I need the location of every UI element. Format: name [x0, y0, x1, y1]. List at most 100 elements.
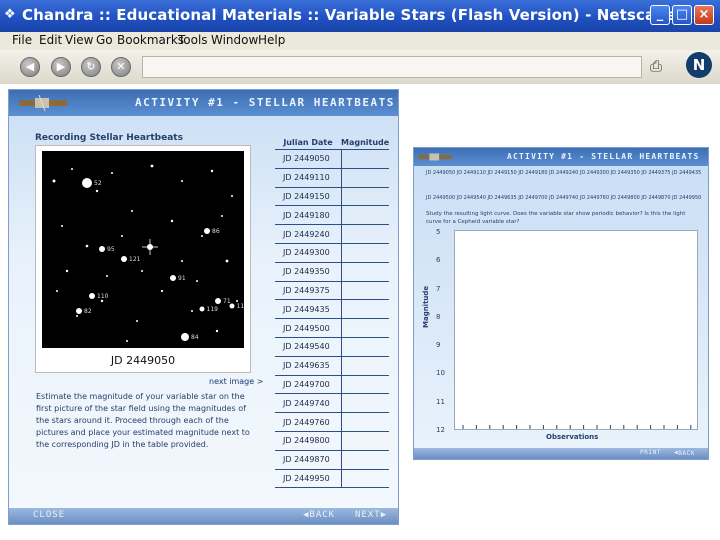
satellite-icon — [19, 94, 67, 112]
magnitude-input-cell[interactable] — [340, 299, 390, 320]
magnitude-input-cell[interactable] — [340, 168, 390, 188]
star — [100, 299, 104, 303]
julian-date-cell: JD 2449300 — [275, 243, 341, 263]
table-row: JD 2449870 — [275, 450, 390, 470]
comparison-star — [181, 333, 189, 341]
star-magnitude-label: 95 — [107, 246, 115, 253]
magnitude-input-cell[interactable] — [340, 450, 390, 470]
stop-icon[interactable]: ✕ — [111, 57, 131, 77]
julian-date-header: Julian Date — [275, 135, 341, 150]
graph-panel: ACTIVITY #1 - STELLAR HEARTBEATS JD 2449… — [413, 147, 709, 460]
magnitude-input-cell[interactable] — [340, 149, 390, 169]
back-button[interactable]: ◀BACK — [303, 510, 335, 520]
magnitude-input-cell[interactable] — [340, 281, 390, 301]
table-row: JD 2449435 — [275, 299, 390, 320]
julian-date-cell: JD 2449800 — [275, 431, 341, 451]
star-magnitude-label: 91 — [178, 275, 186, 282]
satellite-icon — [418, 153, 452, 161]
comparison-star — [204, 228, 210, 234]
star — [170, 219, 174, 223]
next-button[interactable]: NEXT▶ — [355, 510, 387, 520]
menu-bookmarks[interactable]: Bookmarks — [117, 33, 184, 47]
julian-date-cell: JD 2449435 — [275, 299, 341, 320]
star — [225, 259, 229, 263]
table-row: JD 2449180 — [275, 205, 390, 226]
julian-date-cell: JD 2449050 — [275, 149, 341, 169]
star — [210, 169, 214, 173]
light-curve-plot[interactable] — [454, 230, 698, 430]
star — [236, 300, 238, 302]
julian-date-cell: JD 2449375 — [275, 281, 341, 301]
comparison-star — [229, 303, 235, 309]
magnitude-input-cell[interactable] — [340, 318, 390, 338]
julian-date-cell: JD 2449500 — [275, 318, 341, 338]
magnitude-input-cell[interactable] — [340, 337, 390, 357]
magnitude-input-cell[interactable] — [340, 412, 390, 432]
julian-date-cell: JD 2449700 — [275, 375, 341, 395]
julian-date-cell: JD 2449150 — [275, 187, 341, 207]
comparison-star — [99, 246, 105, 252]
star-magnitude-label: 86 — [212, 228, 220, 235]
magnitude-header: Magnitude — [341, 135, 390, 150]
url-bar[interactable] — [142, 56, 642, 78]
reload-icon[interactable]: ↻ — [81, 57, 101, 77]
magnitude-input-cell[interactable] — [340, 393, 390, 414]
magnitude-input-cell[interactable] — [340, 243, 390, 263]
star — [126, 340, 128, 342]
star — [106, 275, 108, 277]
magnitude-input-cell[interactable] — [340, 224, 390, 244]
menu-edit[interactable]: Edit — [39, 33, 62, 47]
julian-date-cell: JD 2449740 — [275, 393, 341, 414]
magnitude-input-cell[interactable] — [340, 375, 390, 395]
table-row: JD 2449500 — [275, 318, 390, 338]
jd-row-2: JD 2449500 JD 2449540 JD 2449635 JD 2449… — [426, 195, 702, 201]
menu-bar: File Edit View Go Bookmarks Tools Window… — [0, 32, 720, 50]
julian-date-cell: JD 2449870 — [275, 450, 341, 470]
star — [191, 310, 193, 312]
graph-panel-footer: PRINT ◀ BACK — [414, 448, 708, 459]
star-magnitude-label: 119 — [207, 306, 219, 313]
star — [52, 179, 56, 183]
star — [141, 270, 143, 272]
magnitude-input-cell[interactable] — [340, 356, 390, 376]
comparison-star — [215, 298, 221, 304]
julian-date-cell: JD 2449950 — [275, 469, 341, 489]
graph-back-label: BACK — [678, 450, 696, 457]
next-image-link[interactable]: next image > — [209, 377, 263, 386]
y-tick-label: 9 — [436, 341, 441, 350]
table-row: JD 2449760 — [275, 412, 390, 432]
close-window-button[interactable]: × — [694, 5, 714, 25]
back-button-label: BACK — [309, 510, 336, 520]
julian-date-cell: JD 2449540 — [275, 337, 341, 357]
menu-go[interactable]: Go — [96, 33, 113, 47]
menu-file[interactable]: File — [12, 33, 32, 47]
star — [196, 280, 198, 282]
question-text: Study the resulting light curve. Does th… — [426, 211, 686, 225]
star-field-photo: 52 95 121 86 91 110 71 119 114 82 84 — [42, 151, 244, 348]
table-row: JD 2449110 — [275, 168, 390, 188]
panel-header: ACTIVITY #1 - STELLAR HEARTBEATS — [9, 90, 398, 116]
graph-back-button[interactable]: ◀ BACK — [674, 449, 694, 457]
magnitude-input-cell[interactable] — [340, 187, 390, 207]
magnitude-input-cell[interactable] — [340, 431, 390, 451]
image-caption: JD 2449050 — [110, 354, 176, 367]
forward-icon[interactable]: ▶ — [51, 57, 71, 77]
close-button[interactable]: CLOSE — [33, 510, 65, 520]
magnitude-input-cell[interactable] — [340, 469, 390, 489]
maximize-button[interactable]: □ — [672, 5, 692, 25]
magnitude-input-cell[interactable] — [340, 205, 390, 226]
window-titlebar: ❖ Chandra :: Educational Materials :: Va… — [0, 0, 720, 32]
netscape-icon: ❖ — [4, 7, 16, 22]
star-magnitude-label: 52 — [94, 180, 102, 187]
julian-date-cell: JD 2449240 — [275, 224, 341, 244]
minimize-button[interactable]: _ — [650, 5, 670, 25]
print-button[interactable]: PRINT — [640, 449, 661, 456]
menu-help[interactable]: Help — [258, 33, 285, 47]
menu-tools[interactable]: Tools — [178, 33, 208, 47]
print-icon[interactable]: ⎙ — [650, 57, 670, 77]
back-icon[interactable]: ◀ — [20, 57, 40, 77]
menu-view[interactable]: View — [65, 33, 93, 47]
star — [231, 195, 233, 197]
menu-window[interactable]: Window — [211, 33, 258, 47]
magnitude-input-cell[interactable] — [340, 262, 390, 282]
